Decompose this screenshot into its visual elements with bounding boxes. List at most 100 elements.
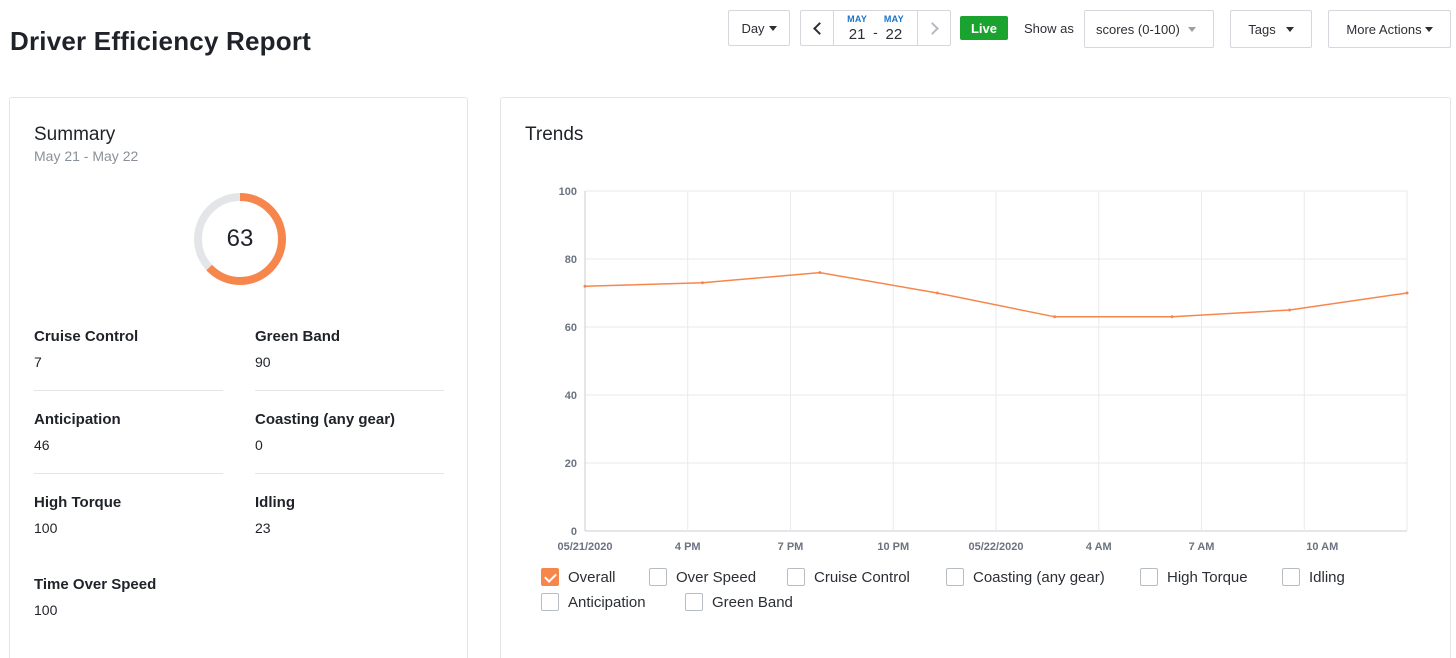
metric-idling: Idling 23 bbox=[255, 494, 445, 536]
tags-dropdown[interactable]: Tags bbox=[1230, 10, 1312, 48]
legend-item-cruise-control[interactable]: Cruise Control bbox=[787, 568, 910, 586]
toolbar: Day MAY 21 - MAY 22 Live Show as scores … bbox=[0, 0, 1456, 60]
legend-item-overall[interactable]: Overall bbox=[541, 568, 616, 586]
period-dropdown[interactable]: Day bbox=[728, 10, 790, 46]
x-tick-label: 7 AM bbox=[1189, 541, 1215, 553]
legend-label: High Torque bbox=[1167, 568, 1248, 586]
legend-item-green-band[interactable]: Green Band bbox=[685, 593, 793, 611]
data-point bbox=[583, 284, 587, 288]
x-tick-label: 10 AM bbox=[1306, 541, 1338, 553]
summary-card: Summary May 21 - May 22 63 Cruise Contro… bbox=[9, 97, 468, 658]
legend-label: Cruise Control bbox=[814, 568, 910, 586]
checkbox-icon bbox=[946, 568, 964, 586]
metric-anticipation: Anticipation 46 bbox=[34, 411, 224, 453]
show-as-select[interactable]: scores (0-100) bbox=[1084, 10, 1214, 48]
chevron-right-icon bbox=[925, 21, 939, 35]
checkbox-icon bbox=[685, 593, 703, 611]
overall-score-value: 63 bbox=[226, 225, 254, 252]
metric-cruise-control: Cruise Control 7 bbox=[34, 328, 224, 370]
metric-value: 0 bbox=[255, 437, 263, 453]
date-range-picker: MAY 21 - MAY 22 bbox=[800, 10, 951, 46]
date-separator: - bbox=[873, 24, 878, 40]
y-tick-label: 60 bbox=[565, 322, 577, 334]
start-day: 21 bbox=[848, 25, 866, 43]
metric-time-over-speed: Time Over Speed 100 bbox=[34, 576, 224, 618]
show-as-value: scores (0-100) bbox=[1096, 21, 1180, 37]
checkbox-icon bbox=[541, 568, 559, 586]
y-tick-label: 20 bbox=[565, 458, 577, 470]
legend-label: Overall bbox=[568, 568, 616, 586]
caret-down-icon bbox=[1424, 26, 1433, 32]
x-tick-label: 4 AM bbox=[1086, 541, 1112, 553]
metric-label: Green Band bbox=[255, 328, 341, 345]
legend-label: Over Speed bbox=[676, 568, 757, 586]
checkbox-icon bbox=[649, 568, 667, 586]
legend-item-anticipation[interactable]: Anticipation bbox=[541, 593, 646, 611]
divider bbox=[255, 390, 444, 391]
end-day: 22 bbox=[885, 25, 903, 43]
more-actions-label: More Actions bbox=[1346, 21, 1422, 37]
metric-label: Idling bbox=[255, 494, 295, 511]
legend-item-coasting[interactable]: Coasting (any gear) bbox=[946, 568, 1105, 586]
data-point bbox=[1288, 308, 1292, 312]
legend-label: Coasting (any gear) bbox=[973, 568, 1105, 586]
divider bbox=[34, 390, 223, 391]
metric-value: 90 bbox=[255, 354, 271, 370]
caret-down-icon bbox=[768, 25, 777, 31]
y-tick-label: 100 bbox=[559, 186, 577, 198]
data-point bbox=[818, 271, 822, 275]
live-button[interactable]: Live bbox=[960, 16, 1008, 40]
checkbox-icon bbox=[541, 593, 559, 611]
x-tick-label: 05/21/2020 bbox=[557, 541, 612, 553]
show-as-label: Show as bbox=[1024, 21, 1074, 36]
legend-item-idling[interactable]: Idling bbox=[1282, 568, 1345, 586]
data-point bbox=[700, 281, 704, 285]
metric-green-band: Green Band 90 bbox=[255, 328, 445, 370]
divider bbox=[255, 473, 444, 474]
metric-label: Time Over Speed bbox=[34, 576, 157, 593]
metric-value: 7 bbox=[34, 354, 42, 370]
summary-title: Summary bbox=[34, 124, 116, 145]
metric-label: Anticipation bbox=[34, 411, 121, 428]
caret-down-icon bbox=[1285, 26, 1294, 32]
metric-label: High Torque bbox=[34, 494, 122, 511]
metric-high-torque: High Torque 100 bbox=[34, 494, 224, 536]
y-tick-label: 0 bbox=[571, 526, 577, 538]
data-point bbox=[1053, 315, 1057, 319]
y-tick-label: 80 bbox=[565, 254, 577, 266]
metric-value: 46 bbox=[34, 437, 50, 453]
period-dropdown-label: Day bbox=[741, 20, 765, 36]
legend-label: Green Band bbox=[712, 593, 793, 611]
more-actions-dropdown[interactable]: More Actions bbox=[1328, 10, 1451, 48]
data-point bbox=[1405, 291, 1409, 295]
x-tick-label: 05/22/2020 bbox=[968, 541, 1023, 553]
end-month: MAY bbox=[883, 13, 904, 24]
start-month: MAY bbox=[847, 13, 868, 24]
previous-date-button[interactable] bbox=[801, 11, 834, 45]
date-range-display[interactable]: MAY 21 - MAY 22 bbox=[834, 11, 917, 45]
chevron-left-icon bbox=[812, 21, 826, 35]
metric-label: Cruise Control bbox=[34, 328, 139, 345]
metric-label: Coasting (any gear) bbox=[255, 411, 396, 428]
next-date-button[interactable] bbox=[917, 11, 950, 45]
checkbox-icon bbox=[787, 568, 805, 586]
trends-line-chart: 0 20 40 60 80 100 05/21/2020 4 PM 7 PM 10 PM 05/22… bbox=[557, 186, 1409, 553]
legend-item-over-speed[interactable]: Over Speed bbox=[649, 568, 756, 586]
legend-label: Anticipation bbox=[568, 593, 646, 611]
legend-label: Idling bbox=[1309, 568, 1345, 586]
metric-value: 100 bbox=[34, 520, 58, 536]
caret-down-icon bbox=[1187, 26, 1196, 32]
summary-date-range: May 21 - May 22 bbox=[34, 148, 139, 164]
legend-item-high-torque[interactable]: High Torque bbox=[1140, 568, 1248, 586]
data-point bbox=[1170, 315, 1174, 319]
tags-label: Tags bbox=[1248, 21, 1276, 37]
checkbox-icon bbox=[1282, 568, 1300, 586]
metric-coasting: Coasting (any gear) 0 bbox=[255, 411, 445, 453]
x-tick-label: 7 PM bbox=[778, 541, 804, 553]
y-tick-label: 40 bbox=[565, 390, 577, 402]
data-point bbox=[935, 291, 939, 295]
metric-value: 23 bbox=[255, 520, 271, 536]
metric-value: 100 bbox=[34, 602, 58, 618]
x-tick-label: 10 PM bbox=[877, 541, 909, 553]
x-tick-label: 4 PM bbox=[675, 541, 701, 553]
